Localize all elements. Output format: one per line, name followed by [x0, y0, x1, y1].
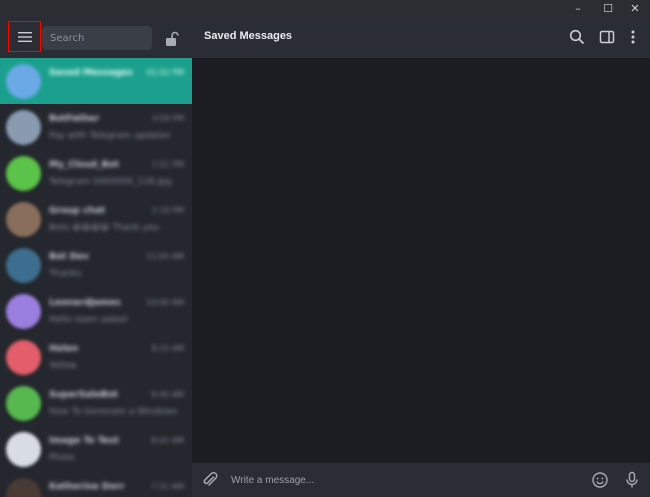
chat-preview: Bots 😀😀😀😀 Thank you	[49, 223, 160, 233]
chat-preview: How To Generate a Windows	[49, 407, 178, 417]
chat-name: Helen	[49, 344, 79, 354]
chat-time: 11:05 AM	[146, 252, 184, 261]
close-button[interactable]: ✕	[620, 0, 650, 17]
chat-time: 01:02 PM	[146, 68, 184, 77]
avatar	[6, 202, 41, 237]
chat-time: 2:19 PM	[151, 206, 184, 215]
maximize-button[interactable]: ☐	[593, 0, 623, 17]
sidebar: Saved Messages 01:02 PM BotFather 3:59 PM Pa…	[0, 17, 192, 497]
microphone-icon[interactable]	[623, 471, 641, 489]
chat-time: 3:59 PM	[151, 114, 184, 123]
hamburger-menu-icon	[17, 31, 32, 42]
telegram-window: – ☐ ✕ Saved Messages 01:02 PM BotFather 3:5…	[0, 0, 650, 497]
avatar	[6, 432, 41, 467]
chat-name: My_Cloud_Bot	[49, 160, 119, 170]
message-composer	[192, 463, 650, 497]
chat-name: Katherine Dorr	[49, 482, 125, 492]
sidebar-header	[0, 17, 192, 58]
sidebar-toggle-icon[interactable]	[599, 29, 615, 45]
chat-time: 10:00 AM	[146, 298, 184, 307]
avatar	[6, 110, 41, 145]
chat-header: Saved Messages	[192, 17, 650, 58]
chat-list-item[interactable]: LeonardJames 10:00 AM Hello team asked	[0, 288, 192, 334]
chat-list-item[interactable]: Image To Text 8:02 AM Photo	[0, 426, 192, 472]
chat-title[interactable]: Saved Messages	[204, 30, 292, 42]
title-bar: – ☐ ✕	[0, 0, 650, 17]
chat-preview: Photo	[49, 453, 75, 463]
chat-time: 1:51 PM	[151, 160, 184, 169]
attach-icon[interactable]	[201, 471, 219, 489]
chat-time: 8:40 AM	[151, 390, 184, 399]
chat-name: Image To Text	[49, 436, 119, 446]
chat-name: BotFather	[49, 114, 100, 124]
chat-preview: Thanks	[49, 269, 82, 279]
chat-list-item[interactable]: Helen 9:15 AM Yellow	[0, 334, 192, 380]
chat-list-item[interactable]: My_Cloud_Bot 1:51 PM Telegram 0000000_116.…	[0, 150, 192, 196]
chat-name: SuperSaleBot	[49, 390, 118, 400]
minimize-button[interactable]: –	[563, 0, 593, 17]
chat-time: 7:31 AM	[151, 482, 184, 491]
avatar	[6, 340, 41, 375]
avatar	[6, 386, 41, 421]
chat-name: Group chat	[49, 206, 106, 216]
message-input[interactable]	[225, 469, 591, 491]
chat-name: Bot Dev	[49, 252, 89, 262]
chat-list-item[interactable]: Katherine Dorr 7:31 AM	[0, 472, 192, 497]
emoji-icon[interactable]	[591, 471, 609, 489]
avatar	[6, 294, 41, 329]
search-input[interactable]	[42, 26, 152, 50]
main-menu-button[interactable]	[8, 21, 41, 52]
more-options-icon[interactable]	[625, 29, 641, 45]
chat-time: 8:02 AM	[151, 436, 184, 445]
chat-preview: Yellow	[49, 361, 77, 371]
unlock-icon[interactable]	[163, 30, 181, 48]
chat-list-item[interactable]: Group chat 2:19 PM Bots 😀😀😀😀 Thank you	[0, 196, 192, 242]
avatar	[6, 248, 41, 283]
avatar	[6, 64, 41, 99]
chat-list-item[interactable]: SuperSaleBot 8:40 AM How To Generate a Win…	[0, 380, 192, 426]
chat-preview: Hello team asked	[49, 315, 128, 325]
chat-name: LeonardJames	[49, 298, 121, 308]
search-icon[interactable]	[569, 29, 585, 45]
chat-preview: Telegram 0000000_116.jpg	[49, 177, 172, 187]
chat-name: Saved Messages	[49, 68, 133, 78]
avatar	[6, 478, 41, 497]
chat-list-item[interactable]: Saved Messages 01:02 PM	[0, 58, 192, 104]
avatar	[6, 156, 41, 191]
chat-list[interactable]: Saved Messages 01:02 PM BotFather 3:59 PM Pa…	[0, 58, 192, 497]
chat-pane: Saved Messages	[192, 17, 650, 497]
chat-preview: Pay with Telegram updates	[49, 131, 171, 141]
chat-time: 9:15 AM	[151, 344, 184, 353]
chat-list-item[interactable]: BotFather 3:59 PM Pay with Telegram update…	[0, 104, 192, 150]
chat-list-item[interactable]: Bot Dev 11:05 AM Thanks	[0, 242, 192, 288]
